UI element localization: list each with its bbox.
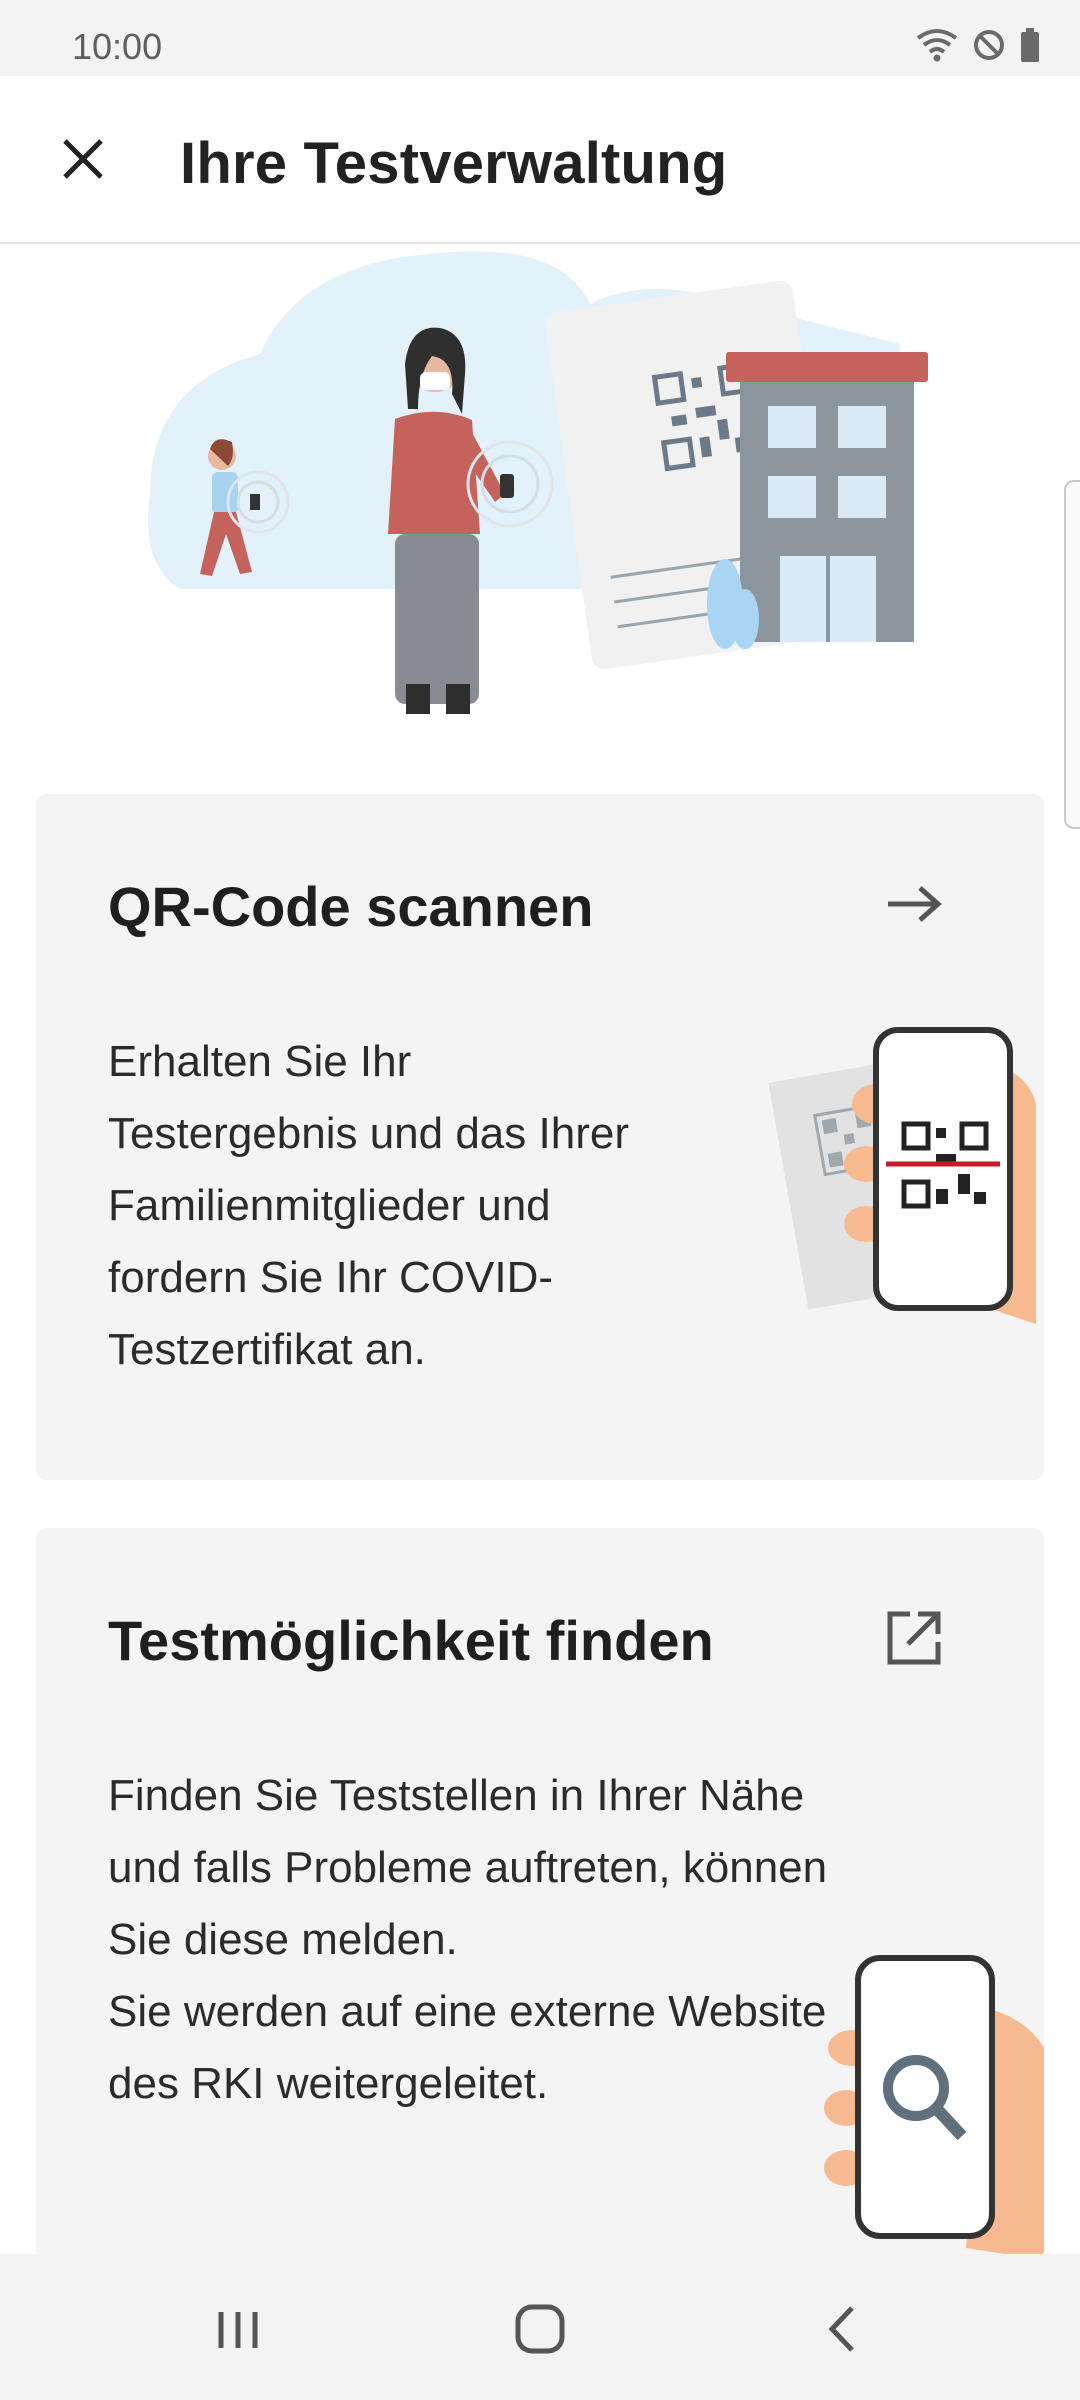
- status-bar: 10:00: [0, 0, 1080, 76]
- recents-button[interactable]: [198, 2294, 278, 2364]
- do-not-disturb-icon: [974, 30, 1004, 60]
- status-icons: [916, 28, 1040, 62]
- home-icon: [515, 2304, 565, 2354]
- system-navigation-bar: [0, 2254, 1080, 2400]
- card-title: Testmöglichkeit finden: [108, 1609, 714, 1672]
- arrow-right-icon: [888, 886, 942, 922]
- card-action[interactable]: [874, 1598, 954, 1678]
- qr-code-scan-card[interactable]: QR-Code scannen Erhalten Sie Ihr Testerg…: [36, 794, 1044, 1480]
- back-button[interactable]: [802, 2294, 882, 2364]
- app-bar: Ihre Testverwaltung: [0, 76, 1080, 244]
- battery-icon: [1021, 28, 1039, 62]
- card-description: Erhalten Sie Ihr Testergebnis und das Ih…: [108, 1037, 629, 1374]
- scroll-indicator[interactable]: [1064, 480, 1080, 829]
- close-icon: [63, 139, 103, 179]
- card-action[interactable]: [874, 864, 954, 944]
- qr-scan-phone-illustration: [768, 1027, 1036, 1324]
- recents-icon: [218, 2312, 258, 2348]
- search-phone-illustration: [824, 1955, 1044, 2260]
- home-button[interactable]: [500, 2294, 580, 2364]
- status-time: 10:00: [72, 26, 163, 67]
- wifi-icon: [916, 29, 958, 62]
- page-title: Ihre Testverwaltung: [180, 131, 728, 196]
- close-button[interactable]: [50, 126, 116, 192]
- card-description: Finden Sie Teststellen in Ihrer Nähe und…: [108, 1771, 828, 2108]
- find-test-location-card[interactable]: Testmöglichkeit finden Finden Sie Testst…: [36, 1528, 1044, 2260]
- external-link-icon: [887, 1611, 941, 1665]
- hero-illustration: [0, 244, 1080, 744]
- back-icon: [828, 2306, 854, 2352]
- card-title: QR-Code scannen: [108, 875, 594, 938]
